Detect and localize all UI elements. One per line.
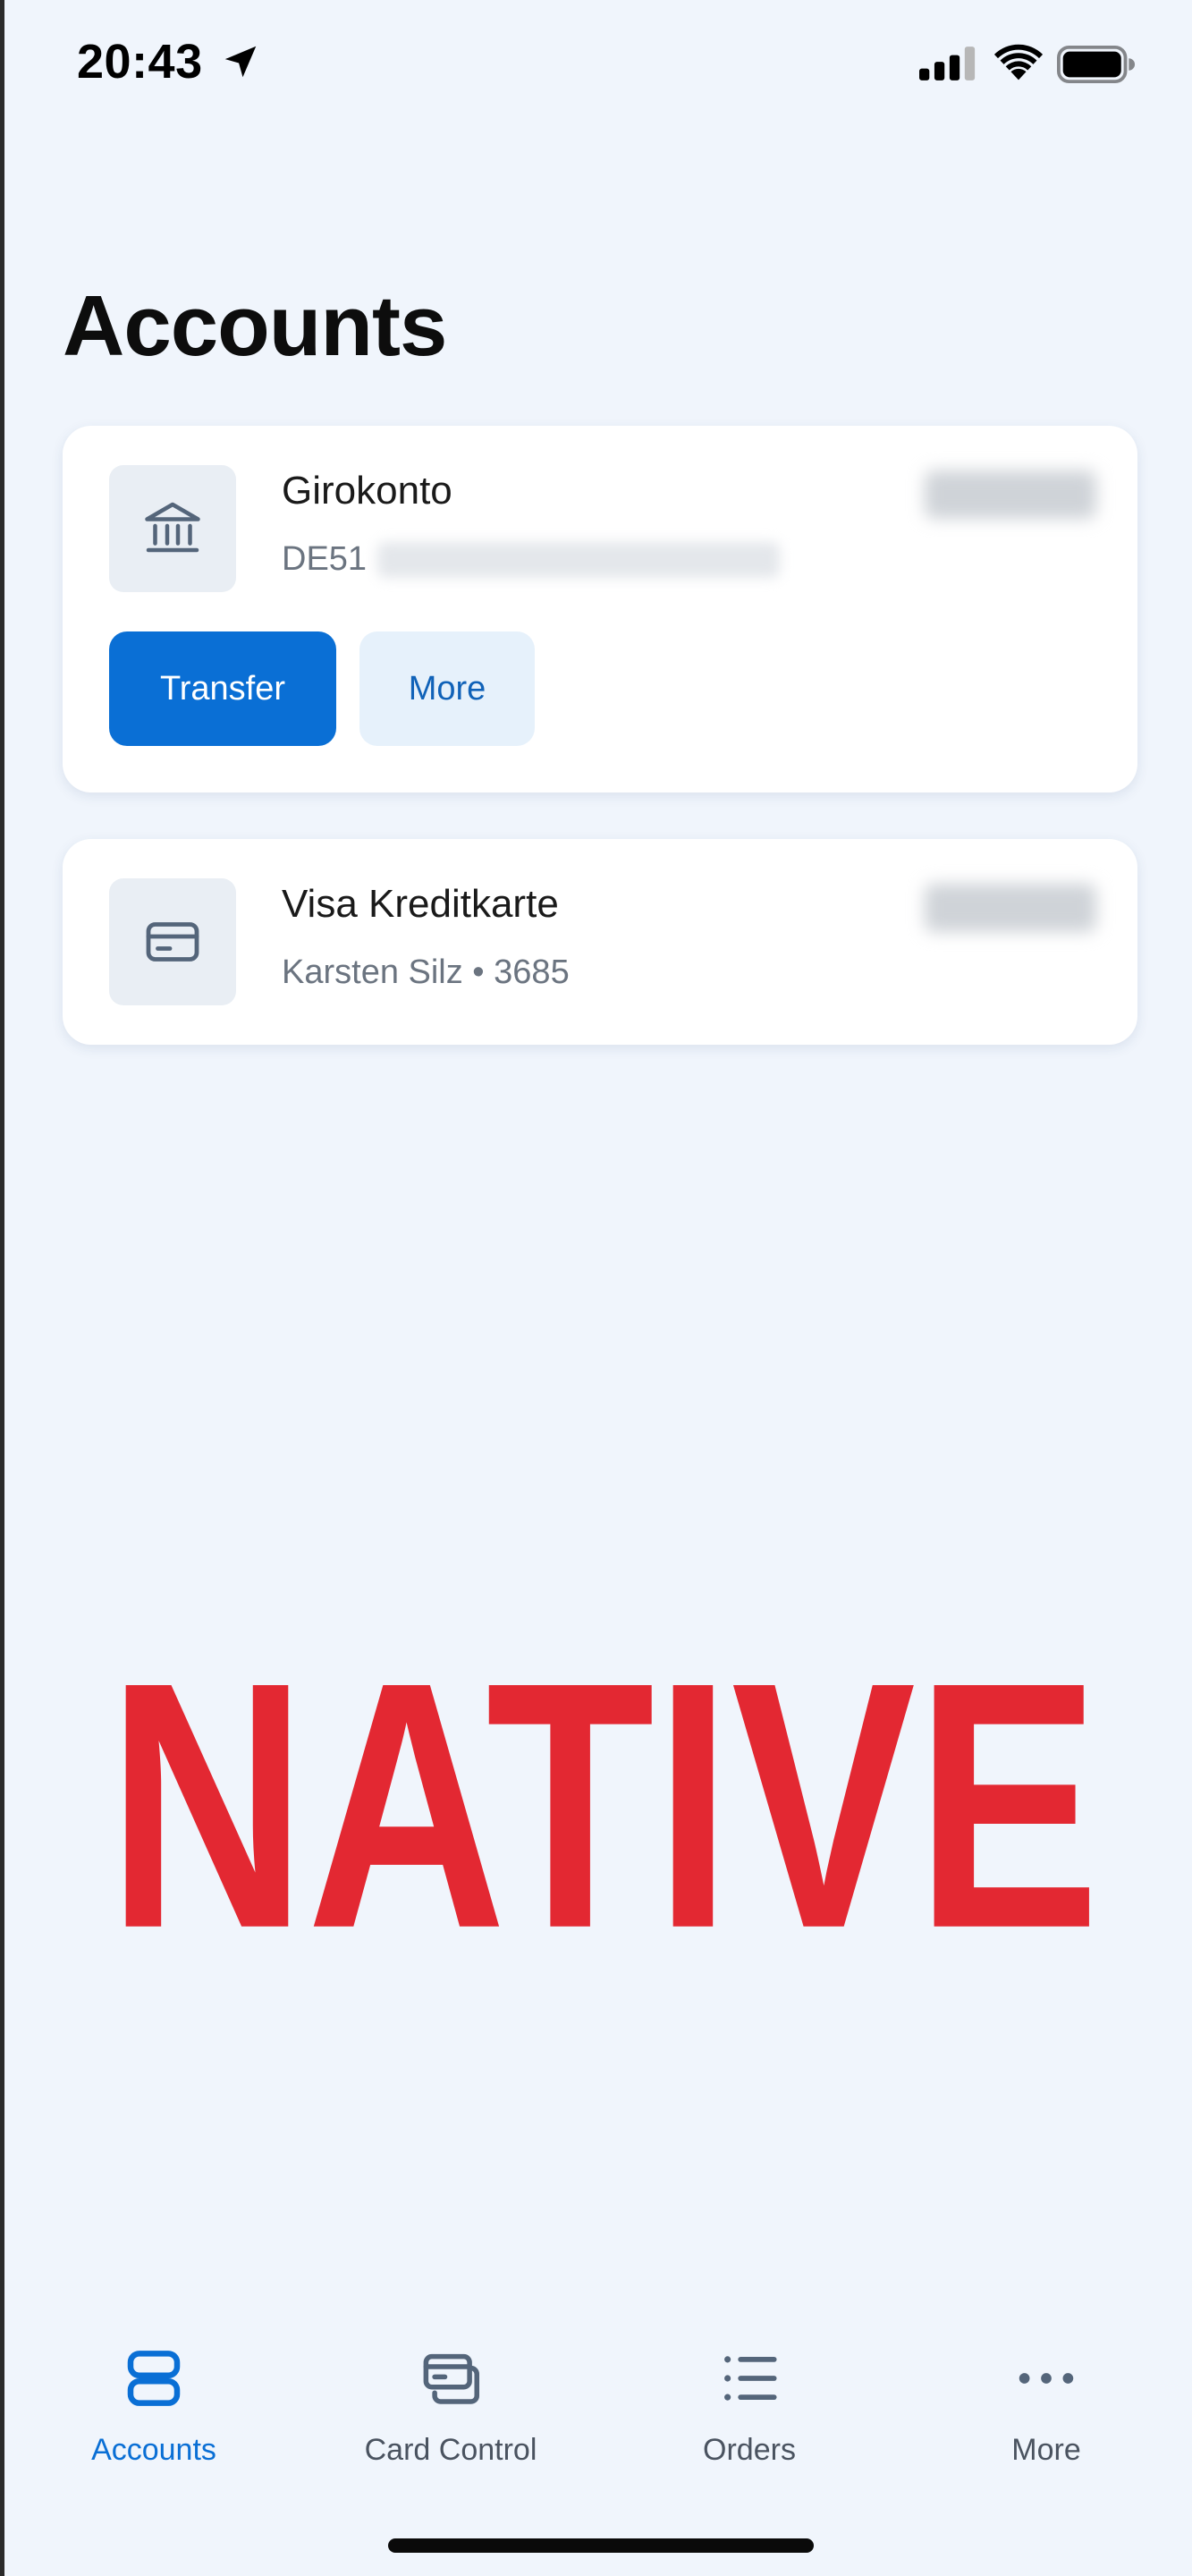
home-indicator [388,2538,814,2553]
page-title: Accounts [63,278,447,374]
tab-label: More [1011,2433,1081,2467]
account-card-girokonto[interactable]: Girokonto DE51 Transfer More [63,426,1137,792]
accounts-screen: 20:43 Accounts Girokonto DE51 Transfer M… [0,0,1192,2576]
iban-prefix: DE51 [282,540,368,578]
iban-redacted [377,541,781,578]
location-arrow-icon [224,46,257,78]
tab-more[interactable]: More [903,2343,1189,2478]
tab-label: Orders [703,2433,796,2467]
account-name: Girokonto [282,469,452,513]
account-iban: DE51 [282,540,781,579]
battery-icon [1057,45,1136,84]
tab-card-control[interactable]: Card Control [308,2343,594,2478]
card-control-icon [423,2353,480,2404]
native-overlay: NATIVE [107,1609,1100,1928]
native-text: NATIVE [107,1609,1100,1928]
account-name: Visa Kreditkarte [282,882,559,926]
credit-card-icon [146,922,199,962]
status-time: 20:43 [77,35,203,89]
transfer-button[interactable]: Transfer [109,631,336,746]
tab-accounts[interactable]: Accounts [11,2343,297,2478]
tab-label: Card Control [364,2433,537,2467]
more-button[interactable]: More [359,631,535,746]
balance-redacted [925,884,1096,932]
device-edge [0,0,4,2576]
account-icon-box [109,465,236,592]
accounts-icon [127,2351,181,2406]
more-dots-icon [1019,2373,1074,2384]
account-icon-box [109,878,236,1005]
tab-orders[interactable]: Orders [606,2343,892,2478]
account-card-visa[interactable]: Visa Kreditkarte Karsten Silz • 3685 [63,839,1137,1045]
orders-icon [724,2356,777,2401]
tab-label: Accounts [91,2433,216,2467]
card-holder: Karsten Silz • 3685 [282,953,570,991]
balance-redacted [925,470,1096,519]
cellular-signal-icon [919,47,976,80]
wifi-icon [993,44,1044,80]
bank-icon [145,502,200,553]
